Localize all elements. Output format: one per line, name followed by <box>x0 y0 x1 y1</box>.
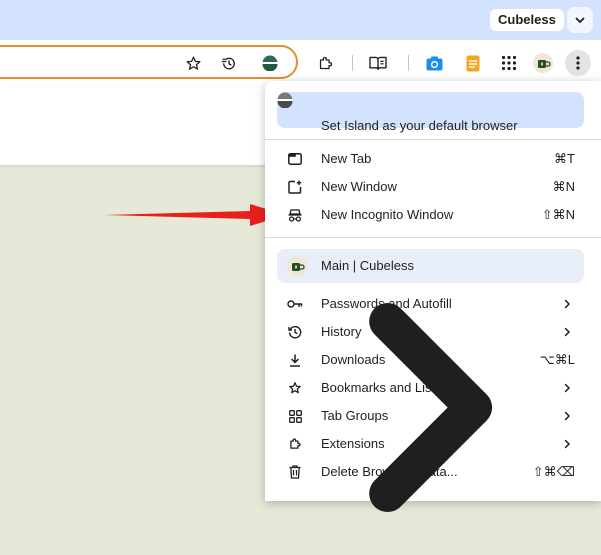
performance-icon[interactable] <box>220 54 238 72</box>
apps-grid-icon[interactable] <box>500 54 518 72</box>
menu-item-label: New Window <box>321 179 397 194</box>
menu-item-passwords[interactable]: Passwords and Autofill <box>265 290 601 318</box>
camera-icon[interactable] <box>425 54 443 72</box>
star-icon <box>287 380 303 396</box>
menu-item-new-incognito-window[interactable]: New Incognito Window ⇧⌘N <box>265 201 601 229</box>
address-bar[interactable] <box>0 45 298 79</box>
star-icon[interactable] <box>184 54 202 72</box>
shortcut-label: ⌘T <box>554 151 575 166</box>
new-window-icon <box>287 179 303 195</box>
chevron-right-icon <box>564 383 570 393</box>
shortcut-label: ⇧⌘⌫ <box>532 464 575 479</box>
page-content-card <box>0 87 270 165</box>
more-menu-icon <box>576 56 580 70</box>
menu-item-label: Passwords and Autofill <box>321 296 452 311</box>
tab-groups-icon <box>287 408 303 424</box>
chevron-right-icon <box>564 439 570 449</box>
incognito-icon <box>287 207 303 223</box>
menu-item-label: Tab Groups <box>321 408 389 423</box>
tab-strip: Cubeless <box>0 0 601 40</box>
trash-icon <box>287 464 303 480</box>
menu-item-label: Downloads <box>321 352 386 367</box>
chevron-right-icon <box>564 411 570 421</box>
annotation-arrow <box>104 204 286 226</box>
menu-item-extensions[interactable]: Extensions <box>265 430 601 458</box>
menu-item-tab-groups[interactable]: Tab Groups <box>265 402 601 430</box>
profile-avatar-icon[interactable] <box>533 53 553 73</box>
menu-item-downloads[interactable]: Downloads ⌥⌘L <box>265 346 601 374</box>
menu-item-label: New Incognito Window <box>321 207 454 222</box>
chevron-right-icon <box>564 327 570 337</box>
chevron-right-icon <box>564 299 570 309</box>
toolbar-separator <box>352 55 353 71</box>
menu-item-bookmarks[interactable]: Bookmarks and Lists <box>265 374 601 402</box>
shortcut-label: ⌘N <box>552 179 575 194</box>
tab-search-button[interactable] <box>567 7 593 33</box>
menu-divider <box>265 139 601 140</box>
shortcut-label: ⌥⌘L <box>539 352 575 367</box>
menu-item-history[interactable]: History <box>265 318 601 346</box>
profile-chip[interactable]: Cubeless <box>490 9 564 31</box>
key-icon <box>287 296 303 312</box>
app-menu: Set Island as your default browser New T… <box>265 81 601 512</box>
shortcut-label: ⇧⌘N <box>541 207 575 222</box>
island-logo-icon[interactable] <box>261 54 279 72</box>
menu-item-label: Extensions <box>321 436 385 451</box>
menu-item-delete-browsing-data[interactable]: Delete Browsing Data... ⇧⌘⌫ <box>265 458 601 486</box>
menu-item-label: Delete Browsing Data... <box>321 464 458 479</box>
reading-list-icon[interactable] <box>368 54 388 72</box>
new-tab-icon <box>287 151 303 167</box>
menu-item-label: History <box>321 324 362 339</box>
download-icon <box>287 352 303 368</box>
more-menu-button[interactable] <box>565 50 591 76</box>
extensions-icon <box>287 436 303 452</box>
history-icon <box>287 324 303 340</box>
chevron-down-icon <box>575 17 585 23</box>
menu-item-new-tab[interactable]: New Tab ⌘T <box>265 145 601 173</box>
extensions-icon[interactable] <box>316 54 334 72</box>
menu-divider <box>265 237 601 238</box>
menu-item-label: New Tab <box>321 151 372 166</box>
menu-item-new-window[interactable]: New Window ⌘N <box>265 173 601 201</box>
menu-item-label: Bookmarks and Lists <box>321 380 442 395</box>
default-browser-banner[interactable]: Set Island as your default browser <box>277 92 584 133</box>
menu-item-profile[interactable]: Main | Cubeless <box>277 249 584 512</box>
toolbar-separator <box>408 55 409 71</box>
notes-icon[interactable] <box>464 54 482 72</box>
island-logo-icon <box>277 92 584 108</box>
